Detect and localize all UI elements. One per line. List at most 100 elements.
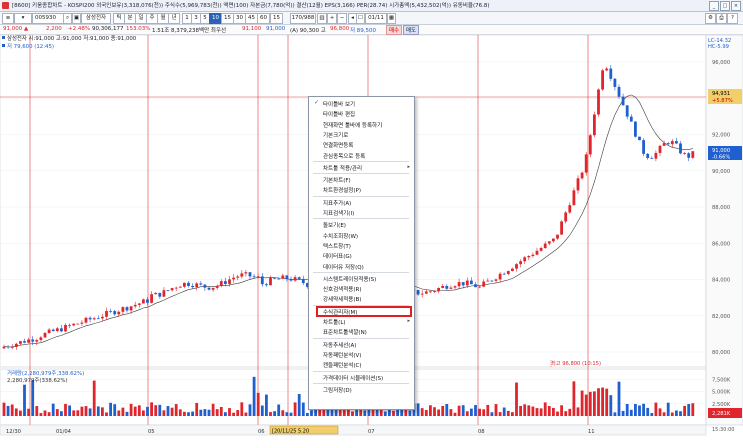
volume-bar xyxy=(482,409,486,416)
context-menu-item[interactable]: 연결화면등록 xyxy=(323,141,353,149)
volume-bar xyxy=(461,405,465,416)
context-menu-item[interactable]: 시스템트레이딩적용(S) xyxy=(323,275,376,283)
context-menu-item[interactable]: 자동패턴분석(V) xyxy=(323,351,361,359)
candle-body xyxy=(498,273,502,280)
check-icon: ✓ xyxy=(314,99,320,106)
settings-icon[interactable]: ⚙ xyxy=(705,13,716,24)
context-menu-item[interactable]: 지표검색기(I) xyxy=(323,209,354,217)
volume-bar xyxy=(297,394,301,416)
maximize-button[interactable]: □ xyxy=(720,1,730,11)
volume-bar xyxy=(150,402,153,416)
check-icon[interactable]: ☐ xyxy=(356,13,365,24)
lock-icon[interactable]: ▣ xyxy=(72,13,81,24)
menu-separator xyxy=(313,304,409,306)
context-menu-item[interactable]: 타이틀바 보기 xyxy=(323,100,355,108)
chart-type-icon[interactable]: ▥ xyxy=(317,13,327,24)
volume-bar xyxy=(646,407,650,416)
context-menu-item[interactable]: 현재화면 툴바에 등록하기 xyxy=(323,121,382,129)
context-menu-item[interactable]: 돌보기(E) xyxy=(323,221,346,229)
minimize-button[interactable]: _ xyxy=(709,1,719,11)
candle-body xyxy=(174,287,178,289)
context-menu-item[interactable]: 캔들패턴분석(C) xyxy=(323,361,362,369)
context-menu-item[interactable]: 관심종목으로 등록 xyxy=(323,152,365,160)
volume-bar xyxy=(437,409,440,416)
candle-body xyxy=(515,264,518,269)
context-menu-item[interactable]: 수치조회창(W) xyxy=(323,232,358,240)
bars-input[interactable]: 170/988 xyxy=(290,13,316,24)
candle-body xyxy=(195,283,199,288)
context-menu-item[interactable]: 가격데이터 시뮬레이션(S) xyxy=(323,374,383,382)
nav-icon[interactable]: ▾ xyxy=(14,13,32,24)
context-menu-item[interactable]: 데이터유 저장(Q) xyxy=(323,263,364,271)
help-icon[interactable]: ? xyxy=(727,13,738,24)
candle-body xyxy=(224,281,227,284)
volume-bar xyxy=(470,408,473,416)
remove-icon[interactable]: − xyxy=(337,13,347,24)
volume-bar xyxy=(679,411,682,416)
volume-bar xyxy=(170,407,174,416)
context-menu-item[interactable]: 타이틀바 편집 xyxy=(323,110,355,118)
volume-bar xyxy=(580,390,584,416)
search-icon[interactable]: ⌕ xyxy=(63,13,72,24)
context-menu-item[interactable]: 기본차트(F) xyxy=(323,176,351,184)
date-label: 01/04 xyxy=(56,429,72,435)
candle-body xyxy=(445,285,449,289)
context-menu-item[interactable]: 강세약세적용(B) xyxy=(323,295,361,303)
volume-bar xyxy=(527,405,531,416)
candle-body xyxy=(260,276,264,285)
volume-bar xyxy=(199,409,203,416)
volume-bar xyxy=(228,408,231,416)
context-menu-item[interactable]: 기본크기로 xyxy=(323,131,348,139)
volume-bar xyxy=(515,382,518,416)
context-menu-item[interactable]: 텍스트창(T) xyxy=(323,242,351,250)
buy-button[interactable]: 매수 xyxy=(386,25,402,35)
context-menu-item[interactable]: 그림저장(D) xyxy=(323,386,352,394)
context-menu-item[interactable]: 차트툴 적용/관리 xyxy=(323,164,362,172)
volume-bar xyxy=(638,405,641,416)
context-menu-item[interactable]: 차트환경설정(P) xyxy=(323,186,361,194)
interval-60[interactable]: 60 xyxy=(257,13,270,24)
print-icon[interactable]: ⎙ xyxy=(716,13,727,24)
context-menu-item[interactable]: 신호검색적용(R) xyxy=(323,285,361,293)
context-menu-item[interactable]: 표준차트툴색깔(N) xyxy=(323,328,367,336)
date-label: 11 xyxy=(588,429,595,435)
volume-bar xyxy=(486,404,490,416)
volume-value: 90,306,177 xyxy=(92,26,124,32)
sell-button[interactable]: 매도 xyxy=(403,25,419,35)
context-menu-item[interactable]: 지표추가(A) xyxy=(323,199,351,207)
date-input[interactable]: 01/11 xyxy=(365,13,387,24)
candle-body xyxy=(506,271,510,275)
candle-body xyxy=(23,341,26,343)
context-menu-item[interactable]: 차트툴(L) xyxy=(323,318,346,326)
menu-icon[interactable]: ≡ xyxy=(2,13,14,24)
count-input[interactable]: 15 xyxy=(270,13,283,24)
candle-body xyxy=(170,288,174,291)
close-button[interactable]: × xyxy=(731,1,741,11)
volume-bar xyxy=(535,408,539,416)
volume-bar xyxy=(117,410,121,416)
candle-body xyxy=(683,153,686,155)
add-icon[interactable]: + xyxy=(327,13,337,24)
ask-price: 91,100 xyxy=(242,26,262,32)
candle-body xyxy=(211,287,215,290)
context-menu-item[interactable]: 데이터표(G) xyxy=(323,252,352,260)
calendar-icon[interactable]: ▦ xyxy=(387,13,396,24)
volume-bar xyxy=(101,407,104,416)
volume-bar xyxy=(670,412,674,416)
context-menu-item[interactable]: 자동추세선(A) xyxy=(323,341,356,349)
window-buttons: _ □ × xyxy=(709,1,741,11)
volume-bar xyxy=(191,411,194,416)
volume-bar xyxy=(84,406,88,416)
volume-bar xyxy=(617,381,621,416)
candle-body xyxy=(273,277,276,279)
stock-code-input[interactable]: 005930 xyxy=(32,13,64,24)
candle-body xyxy=(146,299,149,303)
candle-body xyxy=(150,294,153,303)
candle-body xyxy=(433,291,436,292)
candle-body xyxy=(285,275,289,280)
candle-body xyxy=(187,282,190,286)
volume-bar xyxy=(158,404,162,416)
context-menu-item[interactable]: 수식관리자(M) xyxy=(323,308,357,316)
period-year[interactable]: 년 xyxy=(168,13,180,24)
volume-bar xyxy=(146,406,149,416)
